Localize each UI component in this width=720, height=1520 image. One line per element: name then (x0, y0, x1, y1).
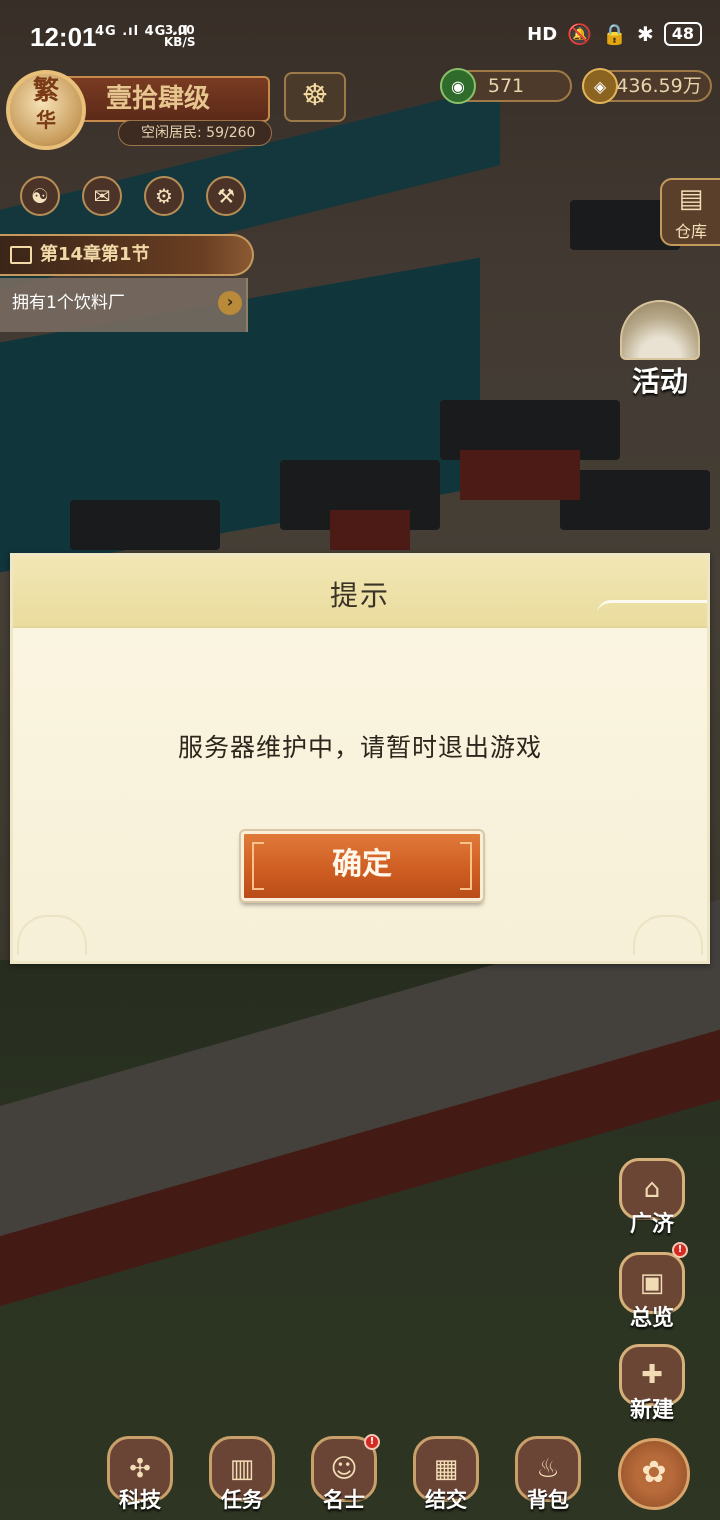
fan-icon (620, 300, 700, 360)
clock: 12:01 (30, 22, 97, 52)
mail-icon[interactable]: ✉ (82, 176, 122, 216)
gold-counter[interactable]: ◈ 436.59万 (582, 68, 712, 104)
chapter-banner[interactable]: 第14章第1节 (0, 234, 254, 276)
battery-icon: 48 (663, 22, 702, 46)
cloud-decoration (17, 915, 87, 955)
nav-label: 任务 (221, 1487, 263, 1512)
player-avatar[interactable]: 繁 华 (6, 70, 86, 150)
gear-icon[interactable]: ⚙ (144, 176, 184, 216)
nav-friendship[interactable]: ▦ 结交 (410, 1436, 482, 1520)
nav-label: 科技 (119, 1487, 161, 1512)
notification-badge: ! (364, 1434, 380, 1450)
nav-label: 结交 (425, 1487, 467, 1512)
dialog-message: 服务器维护中，请暂时退出游戏 (177, 733, 542, 762)
confirm-button[interactable]: 确定 (239, 829, 485, 903)
warehouse-icon: ▤ (678, 184, 704, 214)
side-button-label: 总览 (629, 1305, 674, 1331)
dialog-header: 提示 (13, 556, 707, 628)
status-bar: 12:01 4G .ıl 4G .ıl 3.00 KB/S HD 🔕 🔒 ✱ 4… (0, 0, 720, 72)
nav-label: 背包 (527, 1487, 569, 1512)
task-label: 拥有1个饮料厂 (12, 293, 125, 313)
copper-coin-value: 571 (487, 75, 525, 97)
side-button-label: 新建 (629, 1397, 674, 1423)
side-button-guangji[interactable]: ⌂ 广济 (612, 1158, 692, 1242)
cart-wheel-icon[interactable]: ☸ (284, 72, 346, 122)
notice-dialog: 提示 服务器维护中，请暂时退出游戏 确定 (10, 553, 710, 964)
network-speed: 3.00 KB/S (164, 24, 195, 48)
warehouse-button[interactable]: ▤ 仓库 (660, 178, 720, 246)
copper-coin-icon: ◉ (440, 68, 476, 104)
bracket-decoration (460, 842, 472, 890)
lock-icon: 🔒 (602, 22, 627, 46)
status-icons: HD 🔕 🔒 ✱ 48 (527, 22, 702, 46)
bracket-decoration (252, 842, 264, 890)
idle-residents-label: 空闲居民: (141, 125, 202, 141)
activity-label: 活动 (631, 365, 688, 398)
nav-bag[interactable]: ♨ 背包 (512, 1436, 584, 1520)
chapter-label: 第14章第1节 (40, 244, 150, 265)
gold-value: 436.59万 (616, 75, 702, 97)
nav-scholars[interactable]: ☺ 名士 ! (308, 1434, 380, 1520)
nav-label: 名士 (323, 1487, 365, 1512)
home-flower-icon[interactable]: ✿ (618, 1438, 690, 1510)
book-icon (10, 246, 32, 264)
chevron-right-icon[interactable]: › (218, 291, 242, 315)
hd-icon: HD (527, 23, 558, 45)
avatar-char-2: 华 (36, 108, 56, 132)
idle-residents-value: 59/260 (206, 125, 256, 141)
side-button-build[interactable]: ✚ 新建 (612, 1344, 692, 1428)
bottom-navigation: ✣ 科技 ▥ 任务 ☺ 名士 ! ▦ 结交 ♨ 背包 (0, 1430, 720, 1520)
network-speed-unit: KB/S (164, 35, 196, 49)
idle-residents: 空闲居民: 59/260 (118, 120, 272, 146)
player-level[interactable]: 壹拾肆级 (60, 76, 270, 122)
current-task[interactable]: 拥有1个饮料厂 › (0, 278, 248, 332)
cloud-decoration (633, 915, 703, 955)
avatar-char-1: 繁 (32, 76, 59, 106)
activity-button[interactable]: 活动 (612, 300, 708, 412)
gold-coin-icon: ◈ (582, 68, 618, 104)
bluetooth-icon: ✱ (636, 22, 654, 46)
quick-icons: ☯ ✉ ⚙ ⚒ (20, 176, 246, 216)
friends-icon[interactable]: ☯ (20, 176, 60, 216)
cloud-swirl-decoration (597, 600, 707, 614)
notification-badge: ! (672, 1242, 688, 1258)
nav-tech[interactable]: ✣ 科技 (104, 1436, 176, 1520)
warehouse-label: 仓库 (674, 222, 707, 241)
side-button-label: 广济 (629, 1211, 674, 1237)
confirm-label: 确定 (332, 847, 392, 882)
nav-tasks[interactable]: ▥ 任务 (206, 1436, 278, 1520)
mute-icon: 🔕 (567, 22, 593, 46)
copper-coin-counter[interactable]: ◉ 571 (440, 68, 572, 104)
side-button-overview[interactable]: ▣ 总览 ! (612, 1242, 692, 1336)
hammer-icon[interactable]: ⚒ (206, 176, 246, 216)
